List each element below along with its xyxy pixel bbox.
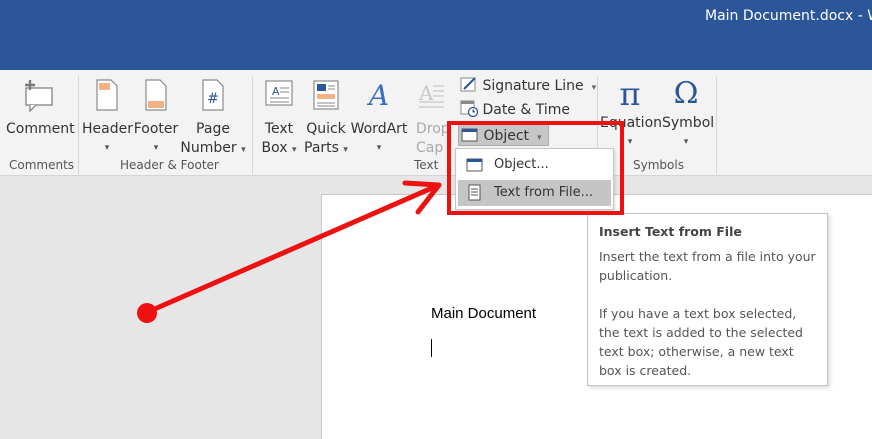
wordart-dropdown-caret: ▾ [376, 143, 382, 153]
quick-parts-dropdown-caret: ▾ [343, 145, 348, 155]
header-icon [96, 79, 118, 111]
drop-cap-label-line2: Cap [416, 140, 444, 156]
signature-line-icon [460, 77, 476, 92]
comment-label: Comment [6, 121, 75, 137]
header-dropdown-caret: ▾ [104, 143, 110, 153]
wordart-glyph: A [366, 79, 389, 112]
text-box-glyph: A [272, 85, 280, 98]
signature-line-button[interactable]: Signature Line ▾ [460, 75, 596, 97]
footer-button[interactable]: Footer ▾ [132, 78, 180, 158]
text-box-label-line1: Text [264, 121, 294, 137]
symbol-label: Symbol [662, 115, 715, 131]
text-box-button[interactable]: A Text Box ▾ [258, 78, 300, 160]
text-box-label-line2: Box ▾ [258, 139, 300, 160]
comment-button[interactable]: Comment [6, 78, 75, 139]
group-label-text: Text [414, 158, 439, 172]
new-comment-icon [25, 80, 53, 113]
title-bar: Main Document.docx - Wo [0, 0, 872, 70]
date-time-button[interactable]: Date & Time [460, 99, 570, 121]
tooltip-paragraph-1: Insert the text from a file into your pu… [599, 249, 816, 283]
page-number-icon: # [202, 79, 224, 111]
quick-parts-label-line2: Parts ▾ [302, 139, 350, 160]
window-title: Main Document.docx - Wo [705, 8, 872, 24]
symbol-button[interactable]: Ω Symbol ▾ [662, 76, 715, 152]
group-separator [252, 76, 253, 174]
text-box-label-line2-text: Box [261, 140, 288, 156]
footer-label: Footer [133, 121, 179, 137]
page-number-dropdown-caret: ▾ [241, 145, 246, 155]
date-time-icon [460, 100, 479, 118]
signature-line-label: Signature Line [482, 78, 584, 94]
drop-cap-label-line1: Drop [416, 121, 450, 137]
group-separator [716, 76, 717, 174]
group-label-comments: Comments [9, 158, 75, 172]
symbol-dropdown-caret: ▾ [683, 137, 689, 147]
group-label-header-footer: Header & Footer [120, 158, 219, 172]
footer-icon [145, 79, 167, 111]
document-text: Main Document [431, 305, 537, 322]
text-cursor [431, 339, 432, 357]
hash-glyph: # [207, 91, 219, 107]
quick-parts-button[interactable]: Quick Parts ▾ [302, 78, 350, 160]
tooltip: Insert Text from File Insert the text fr… [587, 213, 828, 386]
quick-parts-icon [313, 80, 339, 110]
header-button[interactable]: Header ▾ [82, 78, 133, 158]
date-time-label: Date & Time [482, 102, 570, 118]
tooltip-paragraph-2: If you have a text box selected, the tex… [599, 306, 803, 378]
omega-icon: Ω [673, 76, 699, 111]
ribbon: Comment Comments Header ▾ Footer ▾ # Pag… [0, 70, 872, 176]
pi-icon: π [619, 75, 641, 113]
drop-cap-icon: A [418, 81, 444, 108]
annotation-highlight-box [447, 121, 624, 215]
wordart-icon: A [366, 79, 389, 112]
group-separator [78, 76, 79, 174]
quick-parts-label-line1: Quick [306, 121, 346, 137]
text-box-icon: A [265, 80, 293, 106]
page-number-label-line1: Page [196, 121, 230, 137]
tooltip-title: Insert Text from File [599, 224, 742, 239]
page-number-label-line2-text: Number [180, 140, 237, 156]
page-number-button[interactable]: # Page Number ▾ [180, 78, 246, 160]
wordart-label: WordArt [350, 121, 408, 137]
drop-cap-button[interactable]: A Drop Cap [412, 78, 450, 158]
page-number-label-line2: Number ▾ [180, 139, 246, 160]
footer-dropdown-caret: ▾ [153, 143, 159, 153]
group-label-symbols: Symbols [633, 158, 684, 172]
wordart-button[interactable]: A WordArt ▾ [350, 78, 408, 158]
quick-parts-label-line2-text: Parts [304, 140, 339, 156]
text-box-dropdown-caret: ▾ [291, 145, 297, 155]
signature-line-caret: ▾ [591, 83, 597, 93]
header-label: Header [82, 121, 133, 137]
